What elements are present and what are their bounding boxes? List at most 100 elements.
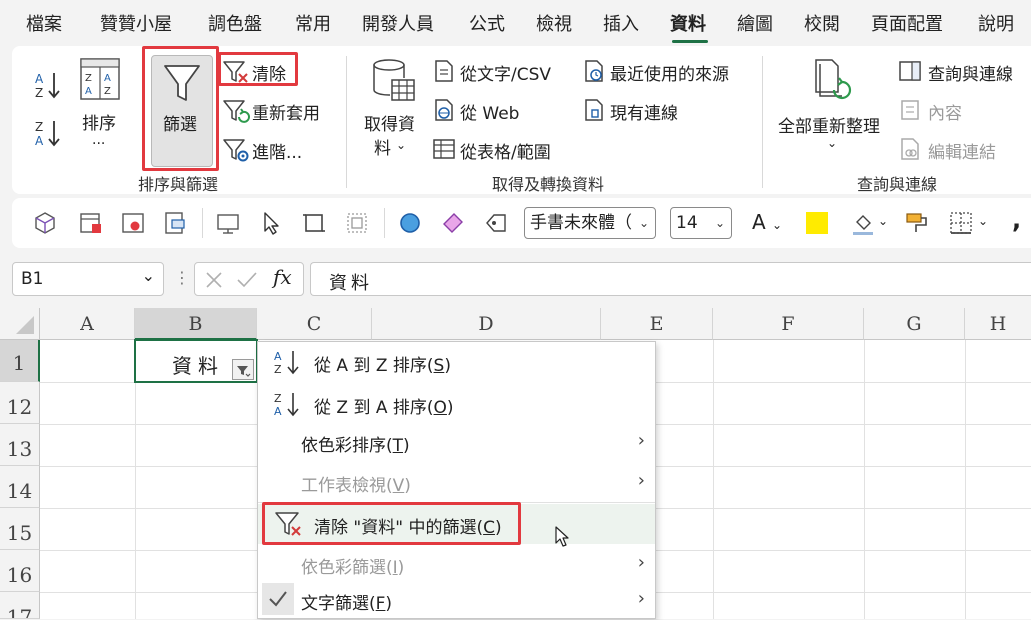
chevron-down-icon: ⌄ xyxy=(772,218,783,232)
toolbar-separator xyxy=(384,208,385,238)
refresh-all-button[interactable]: 全部重新整理 ⌄ xyxy=(776,58,888,158)
sort-az-button[interactable]: A Z xyxy=(32,70,64,100)
chevron-down-icon[interactable]: ⌄ xyxy=(978,214,988,228)
menu-sheet-view[interactable]: 工作表檢視(V) › xyxy=(258,462,655,502)
svg-text:A: A xyxy=(85,86,92,97)
tab-page-layout[interactable]: 頁面配置 xyxy=(871,10,943,36)
column-header-d[interactable]: D xyxy=(372,308,601,340)
menu-sort-a-to-z-label: 從 A 到 Z 排序(S) xyxy=(314,356,451,376)
screen-capture-icon[interactable] xyxy=(215,210,241,236)
group-separator xyxy=(346,56,347,188)
tab-data[interactable]: 資料 xyxy=(670,10,706,36)
cube-icon[interactable] xyxy=(32,210,58,236)
sort-button[interactable]: Z A A Z 排序 ... xyxy=(76,56,124,160)
table-range-icon xyxy=(433,139,455,159)
tab-palette[interactable]: 調色盤 xyxy=(208,10,262,36)
check-mark-background xyxy=(262,583,294,615)
column-header-c[interactable]: C xyxy=(257,308,372,340)
tab-draw[interactable]: 繪圖 xyxy=(737,10,773,36)
advanced-label: 進階... xyxy=(252,143,303,163)
recent-clock-icon xyxy=(585,60,603,82)
tab-insert[interactable]: 插入 xyxy=(603,10,639,36)
more-comma-icon[interactable]: , xyxy=(1012,206,1021,234)
menu-sort-by-color[interactable]: 依色彩排序(T) › xyxy=(258,422,655,462)
row-header-12[interactable]: 12 xyxy=(0,382,40,424)
get-data-label-2: 料 xyxy=(374,139,391,159)
tab-file[interactable]: 檔案 xyxy=(26,10,62,36)
font-size-select[interactable]: 14 ⌄ xyxy=(670,207,732,239)
tag-label-icon[interactable] xyxy=(483,210,509,236)
column-header-a[interactable]: A xyxy=(40,308,135,340)
menu-text-filters-label: 文字篩選(F) xyxy=(301,594,393,614)
chevron-down-icon[interactable]: ⌄ xyxy=(878,214,888,228)
svg-text:Z: Z xyxy=(85,73,92,84)
font-name-select[interactable]: 手書未來體（ ⌄ xyxy=(524,207,656,239)
menu-text-filters[interactable]: 文字篩選(F) › xyxy=(258,580,655,620)
border-grid-icon[interactable] xyxy=(948,210,974,236)
enter-check-icon[interactable] xyxy=(235,269,259,291)
toolbar-separator xyxy=(202,208,203,238)
tab-review[interactable]: 校閱 xyxy=(804,10,840,36)
column-header-f[interactable]: F xyxy=(713,308,864,340)
column-header-h[interactable]: H xyxy=(965,308,1031,340)
row-header-1[interactable]: 1 xyxy=(0,340,40,382)
chevron-down-icon: ⌄ xyxy=(827,136,838,150)
column-header-b[interactable]: B xyxy=(135,308,257,340)
tab-help[interactable]: 說明 xyxy=(978,10,1014,36)
select-all-corner[interactable] xyxy=(0,308,40,340)
connection-document-icon xyxy=(585,99,603,121)
menu-tab-bar: 檔案 贊贊小屋 調色盤 常用 開發人員 公式 檢視 插入 資料 繪圖 校閱 頁面… xyxy=(0,0,1031,46)
chevron-down-icon: ⌄ xyxy=(396,138,407,152)
svg-text:A: A xyxy=(35,134,44,148)
row-header-16[interactable]: 16 xyxy=(0,550,40,592)
form-delete-icon[interactable] xyxy=(78,210,104,236)
menu-sort-a-to-z[interactable]: A Z 從 A 到 Z 排序(S) xyxy=(258,342,655,382)
font-style-button[interactable]: A ⌄ xyxy=(752,210,782,234)
ribbon-data: A Z Z A Z A A Z 排序 ... 篩選 清除 重新套用 進階... … xyxy=(12,46,1031,194)
record-macro-icon[interactable] xyxy=(120,210,146,236)
formula-input[interactable]: 資料 xyxy=(310,262,1031,296)
highlight-color-swatch[interactable] xyxy=(806,212,828,234)
tab-zanzan[interactable]: 贊贊小屋 xyxy=(100,10,172,36)
svg-text:Z: Z xyxy=(104,86,111,97)
insert-function-button[interactable]: fx xyxy=(273,265,292,289)
properties-icon xyxy=(901,100,919,120)
name-box[interactable]: B1 ⌄ xyxy=(12,262,164,296)
svg-text:A: A xyxy=(104,73,111,84)
sort-dialog-icon: Z A A Z xyxy=(80,58,120,100)
tab-developer[interactable]: 開發人員 xyxy=(362,10,434,36)
tab-home[interactable]: 常用 xyxy=(295,10,331,36)
eraser-icon[interactable] xyxy=(440,210,466,236)
menu-sort-z-to-a[interactable]: Z A 從 Z 到 A 排序(O) xyxy=(258,384,655,424)
format-painter-icon[interactable] xyxy=(904,210,930,236)
row-header-14[interactable]: 14 xyxy=(0,466,40,508)
properties-label: 內容 xyxy=(928,104,962,124)
sort-za-button[interactable]: Z A xyxy=(32,118,64,148)
column-header-e[interactable]: E xyxy=(601,308,713,340)
check-icon xyxy=(269,591,287,607)
group-objects-icon[interactable] xyxy=(344,210,370,236)
circle-shape-icon[interactable] xyxy=(397,210,423,236)
layout-icon[interactable] xyxy=(162,210,188,236)
row-header-13[interactable]: 13 xyxy=(0,424,40,466)
tab-formulas[interactable]: 公式 xyxy=(469,10,505,36)
fill-color-button[interactable] xyxy=(850,210,876,236)
select-pointer-icon[interactable] xyxy=(258,210,284,236)
cancel-x-icon[interactable] xyxy=(203,269,225,291)
sort-za-icon: Z A xyxy=(35,120,60,148)
get-data-button[interactable]: 取得資 料 ⌄ xyxy=(362,56,424,159)
queries-pane-icon xyxy=(899,61,921,81)
cell-b1[interactable]: 資料 xyxy=(134,339,258,383)
row-header-15[interactable]: 15 xyxy=(0,508,40,550)
crop-frame-icon[interactable] xyxy=(301,210,327,236)
sort-button-label: 排序 xyxy=(82,114,116,134)
column-header-g[interactable]: G xyxy=(864,308,965,340)
edit-links-label: 編輯連結 xyxy=(928,143,996,163)
web-globe-icon xyxy=(435,99,453,121)
row-header-17[interactable]: 17 xyxy=(0,592,40,619)
tab-view[interactable]: 檢視 xyxy=(536,10,572,36)
menu-filter-by-color[interactable]: 依色彩篩選(I) › xyxy=(258,544,655,584)
gridline xyxy=(713,340,714,619)
autofilter-dropdown-button[interactable] xyxy=(232,359,254,380)
chevron-down-icon: ⌄ xyxy=(638,216,649,230)
